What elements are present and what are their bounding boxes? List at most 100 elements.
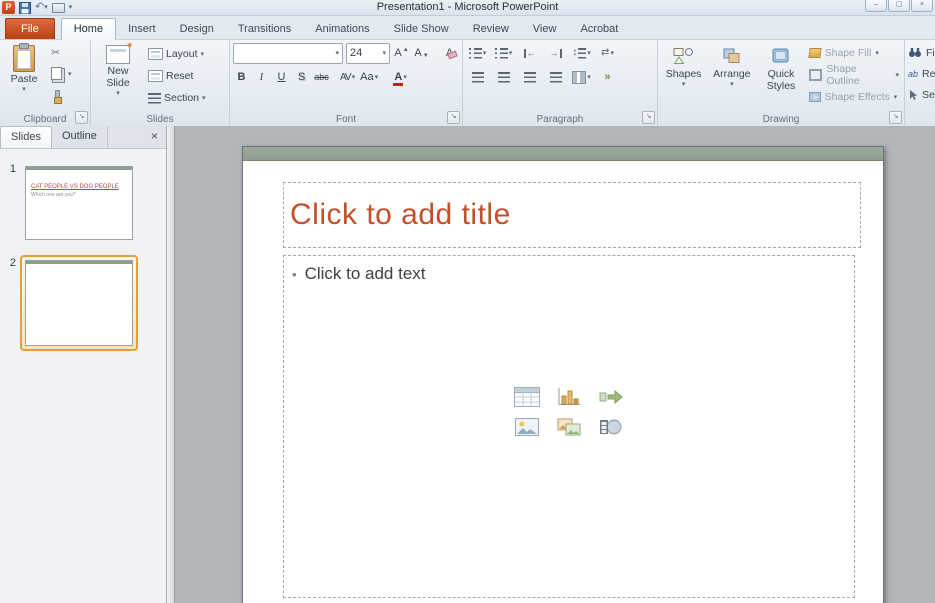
columns-icon (572, 71, 586, 84)
tab-design[interactable]: Design (168, 19, 226, 39)
change-case-button[interactable]: Aa▾ (359, 67, 379, 87)
italic-button[interactable]: I (253, 67, 270, 87)
text-direction-button[interactable]: ⇄▾ (596, 43, 619, 64)
align-right-icon (524, 72, 536, 83)
font-size-select[interactable]: 24▾ (346, 43, 390, 64)
increase-indent-icon: → (550, 49, 562, 58)
tab-review[interactable]: Review (461, 19, 521, 39)
shrink-font-button[interactable]: A▼ (413, 43, 430, 63)
ribbon-group-editing: Find ab Replace ▾ Select ▾ Editing (905, 39, 935, 126)
tab-view[interactable]: View (521, 19, 569, 39)
clear-formatting-icon: A (446, 47, 453, 59)
tab-animations[interactable]: Animations (303, 19, 381, 39)
tab-slides-thumbnails[interactable]: Slides (0, 126, 52, 148)
content-placeholder-text: Click to add text (305, 264, 426, 284)
shapes-button[interactable]: Shapes ▾ (661, 42, 706, 112)
reset-button[interactable]: Reset (144, 66, 210, 86)
slide-1-thumbnail[interactable]: CAT PEOPLE VS DOG PEOPLE Which one are y… (20, 161, 138, 245)
paragraph-dialog-launcher[interactable]: ↘ (642, 111, 655, 124)
tab-file[interactable]: File (5, 18, 55, 39)
ribbon-tab-row: File Home Insert Design Transitions Anim… (0, 15, 935, 40)
slide-theme-band (243, 147, 883, 161)
section-button[interactable]: Section▾ (144, 88, 210, 108)
increase-indent-button[interactable]: → (544, 43, 567, 64)
font-name-select[interactable]: ▾ (233, 43, 343, 64)
bullets-icon (469, 48, 471, 59)
insert-smartart-icon[interactable] (596, 386, 626, 408)
minimize-button[interactable]: – (865, 0, 887, 12)
shape-effects-button[interactable]: Shape Effects▾ (807, 87, 901, 107)
convert-to-smartart-button[interactable]: » (596, 67, 619, 88)
paragraph-group-label: Paragraph (463, 114, 657, 125)
insert-picture-icon[interactable] (512, 416, 542, 438)
content-placeholder[interactable]: • Click to add text (283, 255, 855, 598)
smartart-icon: » (604, 71, 610, 83)
slide-2-thumbnail[interactable] (20, 255, 138, 351)
paste-button[interactable]: Paste ▾ (3, 42, 45, 112)
grow-font-button[interactable]: A▲ (393, 43, 410, 63)
font-color-button[interactable]: A▾ (392, 67, 409, 87)
align-left-icon (472, 72, 484, 83)
line-spacing-button[interactable]: ↕▾ (570, 43, 593, 64)
insert-media-icon[interactable] (596, 416, 626, 438)
align-right-button[interactable] (518, 67, 541, 88)
paste-icon (13, 45, 35, 72)
drawing-dialog-launcher[interactable]: ↘ (889, 111, 902, 124)
insert-table-icon[interactable] (512, 386, 542, 408)
decrease-indent-button[interactable]: ← (518, 43, 541, 64)
slide-editing-area: Click to add title • Click to add text (175, 126, 935, 603)
title-placeholder-text: Click to add title (290, 198, 511, 232)
insert-chart-icon[interactable] (554, 386, 584, 408)
tab-insert[interactable]: Insert (116, 19, 168, 39)
tab-home[interactable]: Home (61, 18, 116, 40)
layout-button[interactable]: Layout▾ (144, 44, 210, 64)
copy-button[interactable]: ▾ (47, 64, 76, 84)
save-icon (19, 2, 31, 14)
maximize-button[interactable]: ▢ (888, 0, 910, 12)
insert-clipart-icon[interactable] (554, 416, 584, 438)
cut-icon: ✂ (51, 46, 60, 59)
strikethrough-button[interactable]: abc (313, 67, 330, 87)
start-slideshow-button[interactable] (52, 3, 65, 13)
numbering-button[interactable]: ▾ (492, 43, 515, 64)
close-button[interactable]: × (911, 0, 933, 12)
format-painter-button[interactable] (47, 86, 76, 106)
columns-button[interactable]: ▾ (570, 67, 593, 88)
customize-qat-button[interactable]: ▾ (69, 4, 73, 11)
bullets-button[interactable]: ▾ (466, 43, 489, 64)
quick-styles-button[interactable]: Quick Styles (757, 42, 804, 112)
save-button[interactable] (19, 2, 31, 14)
new-slide-button[interactable]: New Slide ▾ (94, 42, 142, 112)
tab-acrobat[interactable]: Acrobat (568, 19, 630, 39)
tab-transitions[interactable]: Transitions (226, 19, 303, 39)
shape-fill-button[interactable]: Shape Fill▾ (807, 43, 901, 63)
arrange-button[interactable]: Arrange ▾ (708, 42, 755, 112)
underline-button[interactable]: U (273, 67, 290, 87)
select-button[interactable]: Select ▾ (908, 85, 935, 104)
justify-button[interactable] (544, 67, 567, 88)
tab-outline[interactable]: Outline (52, 126, 108, 148)
shape-outline-button[interactable]: Shape Outline▾ (807, 65, 901, 85)
clear-formatting-button[interactable]: A (441, 43, 458, 63)
font-dialog-launcher[interactable]: ↘ (447, 111, 460, 124)
slide-canvas[interactable]: Click to add title • Click to add text (242, 146, 884, 603)
slides-panel: Slides Outline × 1 CAT PEOPLE VS DOG PEO… (0, 126, 167, 603)
character-spacing-button[interactable]: AV▾ (339, 67, 356, 87)
powerpoint-app-icon[interactable]: P (2, 1, 15, 14)
undo-button[interactable]: ↶▾ (35, 1, 48, 14)
reset-icon (148, 70, 163, 82)
pane-splitter[interactable] (167, 126, 175, 603)
align-center-icon (498, 72, 510, 83)
close-pane-button[interactable]: × (143, 126, 166, 148)
workspace: Slides Outline × 1 CAT PEOPLE VS DOG PEO… (0, 126, 935, 603)
bold-button[interactable]: B (233, 67, 250, 87)
align-center-button[interactable] (492, 67, 515, 88)
find-button[interactable]: Find (908, 43, 935, 62)
title-placeholder[interactable]: Click to add title (283, 182, 861, 248)
align-left-button[interactable] (466, 67, 489, 88)
tab-slide-show[interactable]: Slide Show (382, 19, 461, 39)
text-shadow-button[interactable]: S (293, 67, 310, 87)
clipboard-dialog-launcher[interactable]: ↘ (75, 111, 88, 124)
cut-button[interactable]: ✂ (47, 42, 76, 62)
replace-button[interactable]: ab Replace ▾ (908, 64, 935, 83)
